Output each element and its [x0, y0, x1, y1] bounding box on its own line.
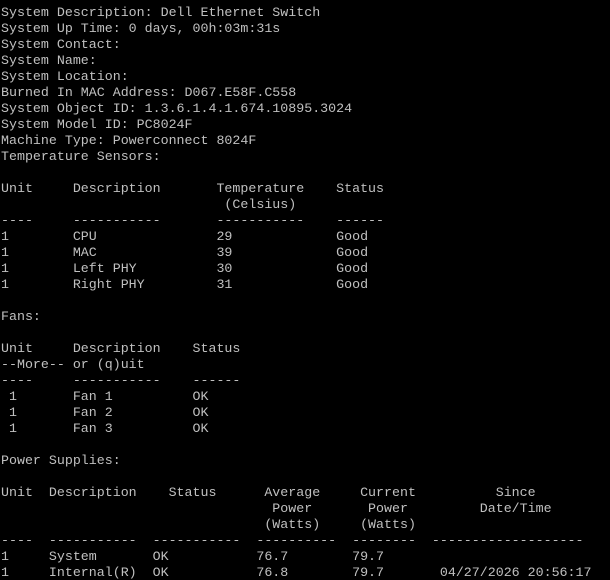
temp-table-header-units: (Celsius) [1, 197, 297, 212]
fan-table-row: 1 Fan 3 OK [1, 421, 209, 436]
machine-type-line: Machine Type: Powerconnect 8024F [1, 133, 257, 148]
fan-table-row: 1 Fan 1 OK [1, 389, 209, 404]
model-id-line: System Model ID: PC8024F [1, 117, 193, 132]
sys-name-line: System Name: [1, 53, 97, 68]
temp-table-row: 1 MAC 39 Good [1, 245, 369, 260]
fan-table-row: 1 Fan 2 OK [1, 405, 209, 420]
temp-table-divider: ---- ----------- ----------- ------ [1, 213, 385, 228]
temp-table-header: Unit Description Temperature Status [1, 181, 385, 196]
power-table-row: 1 Internal(R) OK 76.8 79.7 04/27/2026 20… [1, 565, 592, 580]
fan-table-header: Unit Description Status [1, 341, 241, 356]
power-table-header-units: (Watts) (Watts) [1, 517, 416, 532]
terminal-window[interactable]: System Description: Dell Ethernet Switch… [0, 0, 610, 580]
power-table-header: Unit Description Status Average Current … [1, 485, 536, 500]
temp-table-row: 1 CPU 29 Good [1, 229, 369, 244]
temperature-sensors-heading: Temperature Sensors: [1, 149, 161, 164]
power-supplies-heading: Power Supplies: [1, 453, 121, 468]
fans-heading: Fans: [1, 309, 41, 324]
sys-location-line: System Location: [1, 69, 129, 84]
temp-table-row: 1 Left PHY 30 Good [1, 261, 369, 276]
power-table-divider: ---- ----------- ----------- ---------- … [1, 533, 584, 548]
mac-address-line: Burned In MAC Address: D067.E58F.C558 [1, 85, 297, 100]
temp-table-row: 1 Right PHY 31 Good [1, 277, 369, 292]
object-id-line: System Object ID: 1.3.6.1.4.1.674.10895.… [1, 101, 353, 116]
power-table-row: 1 System OK 76.7 79.7 [1, 549, 385, 564]
sys-uptime-line: System Up Time: 0 days, 00h:03m:31s [1, 21, 281, 36]
power-table-header-2: Power Power Date/Time [1, 501, 552, 516]
more-prompt[interactable]: --More-- or (q)uit [1, 357, 610, 373]
sys-description-line: System Description: Dell Ethernet Switch [1, 5, 321, 20]
sys-contact-line: System Contact: [1, 37, 121, 52]
fan-table-divider: ---- ----------- ------ [1, 373, 241, 388]
